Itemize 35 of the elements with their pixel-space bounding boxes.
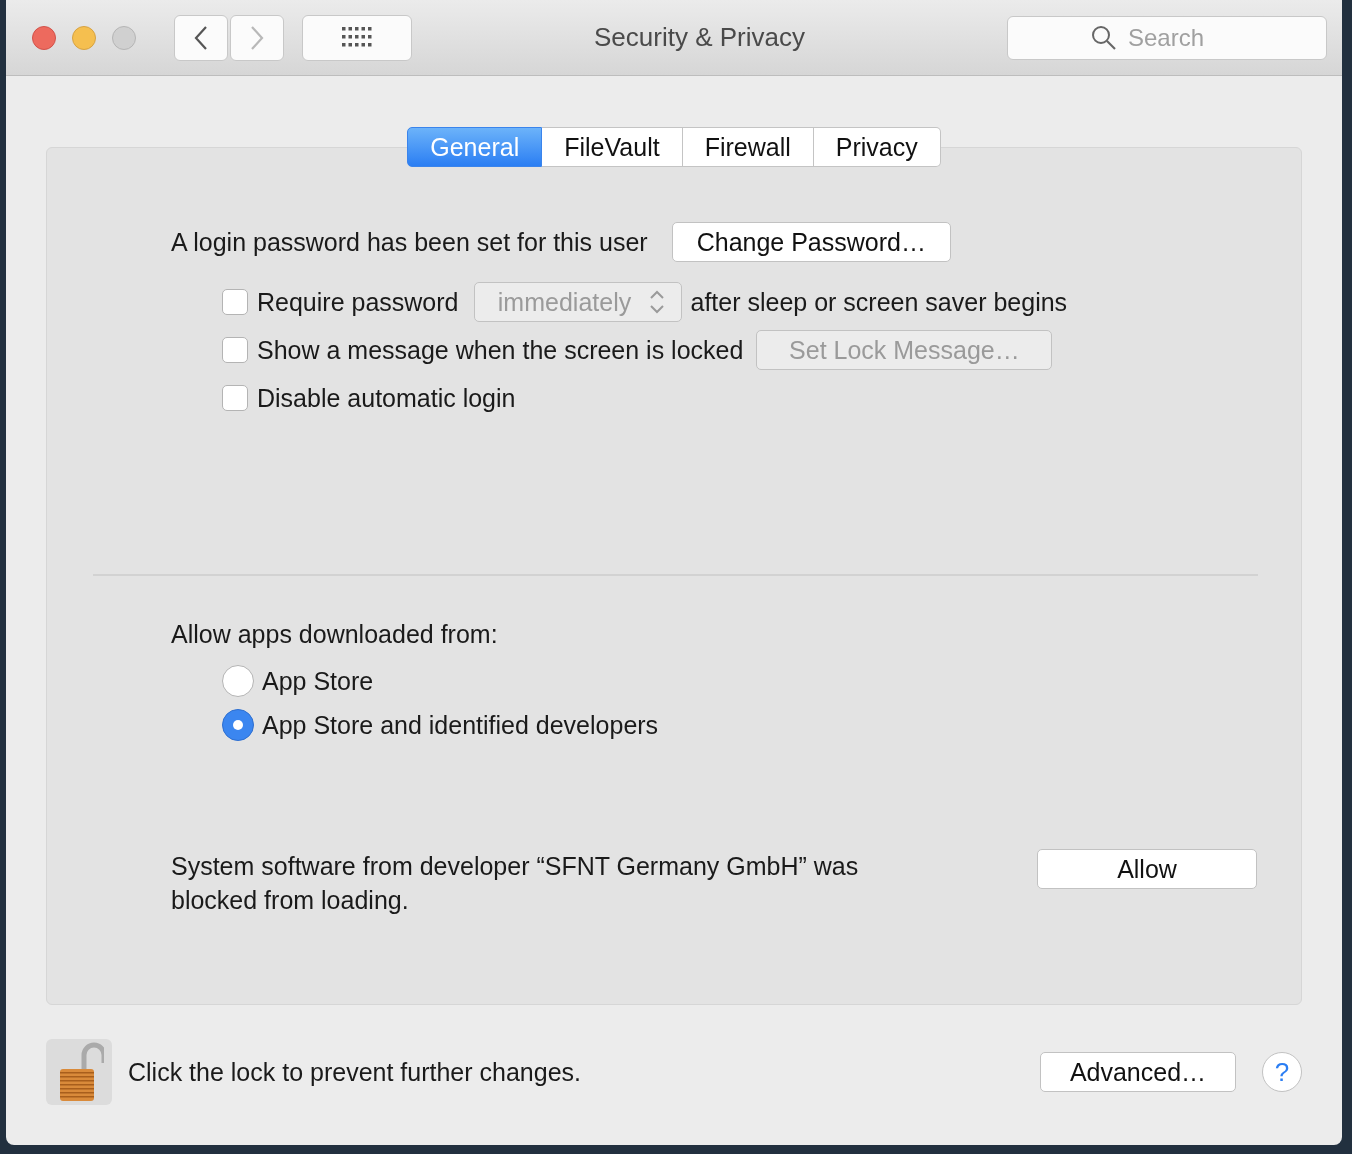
blocked-software-message: System software from developer “SFNT Germany GmbH” was blocked from loading. [171, 851, 860, 916]
back-button[interactable] [174, 14, 228, 61]
tab[interactable]: Privacy [813, 127, 941, 167]
advanced-button[interactable]: Advanced… [1040, 1052, 1236, 1092]
radio-button[interactable] [222, 709, 254, 741]
option-label: Show a message when the screen is locked [257, 335, 744, 365]
updown-arrows-icon [649, 288, 666, 316]
login-status-text: A login password has been set for this user [171, 227, 648, 257]
option-label: Require password [257, 287, 459, 317]
close-button[interactable] [32, 25, 56, 50]
lock-button[interactable] [46, 1039, 112, 1105]
radio-label: App Store and identified developers [262, 710, 659, 740]
tab[interactable]: Firewall [682, 127, 814, 167]
option-suffix: after sleep or screen saver begins [690, 287, 1068, 317]
chevron-left-icon [194, 24, 208, 51]
grid-icon [342, 26, 372, 49]
allow-button[interactable]: Allow [1037, 849, 1257, 889]
radio-label: App Store [262, 666, 374, 696]
search-field[interactable]: Search [1007, 15, 1327, 60]
help-button[interactable]: ? [1262, 1052, 1302, 1092]
checkbox[interactable] [222, 385, 248, 411]
option-label: Disable automatic login [257, 383, 516, 413]
tab[interactable]: FileVault [542, 127, 683, 167]
minimize-button[interactable] [72, 25, 96, 50]
zoom-button[interactable] [112, 25, 136, 50]
search-icon [1091, 24, 1117, 51]
checkbox[interactable] [222, 289, 248, 315]
radio-button[interactable] [222, 665, 254, 697]
chevron-right-icon [250, 24, 264, 51]
change-password-button[interactable]: Change Password… [671, 222, 951, 262]
allow-apps-heading: Allow apps downloaded from: [171, 620, 499, 649]
window-title: Security & Privacy [594, 22, 805, 53]
checkbox[interactable] [222, 337, 248, 363]
show-all-button[interactable] [302, 14, 412, 61]
lock-hint-text: Click the lock to prevent further changes. [128, 1057, 581, 1087]
